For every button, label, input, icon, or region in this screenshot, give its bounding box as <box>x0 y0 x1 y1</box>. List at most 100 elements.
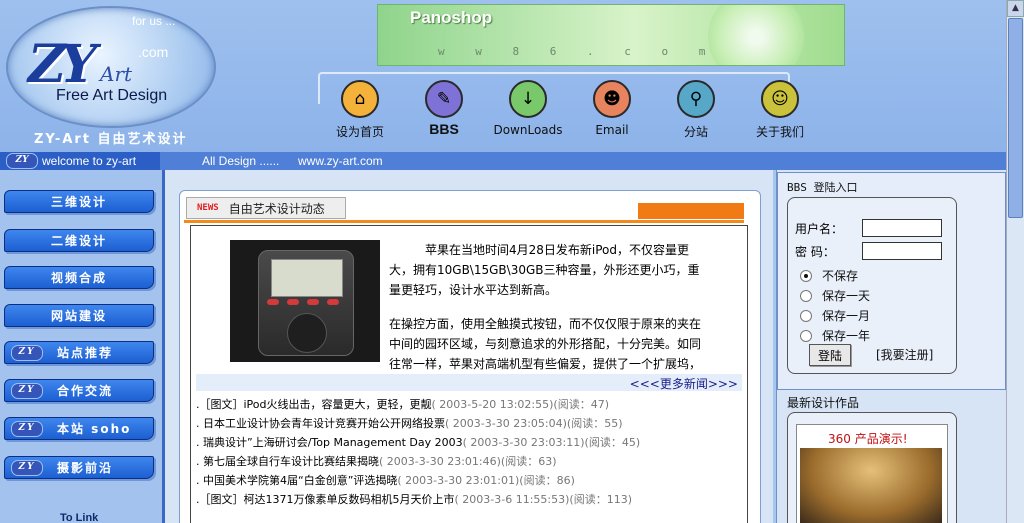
pencil-icon: ✎ <box>425 80 463 118</box>
remember-option-day[interactable]: 保存一天 <box>800 287 870 304</box>
page: for us ... ZY .com Art Free Art Design Z… <box>0 0 1006 523</box>
remember-option-label: 保存一月 <box>822 309 871 323</box>
sidebar-item-label: 摄影前沿 <box>57 461 114 475</box>
login-button[interactable]: 登陆 <box>809 344 851 366</box>
password-input[interactable] <box>862 242 942 260</box>
sidebar-item-label: 本站 soho <box>57 422 132 436</box>
nav-about[interactable]: ☺ 关于我们 <box>738 80 822 140</box>
banner-title: Panoshop <box>410 8 493 27</box>
news-item-meta: ( 2003-3-30 23:03:11)(阅读：45) <box>462 436 641 449</box>
news-item-title[interactable]: . 第七届全球自行车设计比赛结果揭晓 <box>196 455 379 468</box>
orange-tab <box>638 203 744 219</box>
product-demo-image[interactable] <box>800 448 942 523</box>
username-input[interactable] <box>862 219 942 237</box>
sidebar-item-label: 三维设计 <box>50 195 107 209</box>
logo-zy-text: ZY <box>28 34 97 95</box>
news-item-title[interactable]: .［图文］iPod火线出击，容量更大，更轻，更靓 <box>196 398 432 411</box>
sidebar-item-2d-design[interactable]: 二维设计 <box>4 229 154 252</box>
logo-com-text: .com <box>138 44 169 60</box>
news-title: 自由艺术设计动态 <box>228 201 325 216</box>
password-label: 密 码： <box>795 245 835 259</box>
promo-text[interactable]: 360 产品演示! <box>828 430 908 447</box>
sidebar-item-label: 网站建设 <box>50 309 107 323</box>
nav-label: BBS <box>429 121 459 137</box>
nav-label: Email <box>595 123 629 137</box>
bbs-login-title: BBS 登陆入口 <box>787 181 858 194</box>
ipod-button <box>327 299 339 305</box>
ipod-button <box>267 299 279 305</box>
logo-free-art-design: Free Art Design <box>56 87 168 104</box>
more-news-link[interactable]: <<<更多新闻>>> <box>630 375 738 392</box>
news-item-meta: ( 2003-3-6 11:55:53)(阅读：113) <box>454 493 633 506</box>
list-item[interactable]: . 日本工业设计协会青年设计竞赛开始公开网络投票( 2003-3-30 23:0… <box>196 415 742 434</box>
ipod-body <box>258 250 354 356</box>
ipod-screen <box>271 259 343 297</box>
news-item-title[interactable]: . 瑞典设计”上海研讨会/Top Management Day 2003 <box>196 436 463 449</box>
scrollbar-thumb[interactable] <box>1008 18 1023 218</box>
sidebar-item-cooperation[interactable]: ZY 合作交流 <box>4 379 154 402</box>
nav-set-homepage[interactable]: ⌂ 设为首页 <box>318 80 402 140</box>
zy-mini-logo-icon: ZY <box>11 344 43 361</box>
sidebar-item-label: 视频合成 <box>50 271 107 285</box>
ipod-button <box>287 299 299 305</box>
zy-mini-logo-icon: ZY <box>11 420 43 437</box>
sidebar-item-web[interactable]: 网站建设 <box>4 304 154 327</box>
scroll-up-arrow-icon[interactable]: ▲ <box>1007 0 1024 17</box>
list-item[interactable]: .［图文］柯达1371万像素单反数码相机5月天价上市( 2003-3-6 11:… <box>196 491 742 510</box>
sidebar-item-soho[interactable]: ZY 本站 soho <box>4 417 154 440</box>
nav-email[interactable]: ☻ Email <box>570 80 654 140</box>
ipod-wheel <box>287 313 327 353</box>
to-link-label[interactable]: To Link <box>60 512 98 523</box>
logo-art-text: Art <box>100 62 133 86</box>
register-link[interactable]: [我要注册] <box>876 346 933 363</box>
site-url[interactable]: www.zy-art.com <box>298 154 383 168</box>
banner-url: w w 8 6 . c o m <box>438 45 718 58</box>
article-paragraph: 苹果在当地时间4月28日发布新iPod，不仅容量更大，拥有10GB\15GB\3… <box>389 243 700 297</box>
nav-bbs[interactable]: ✎ BBS <box>402 80 486 140</box>
radio-icon[interactable] <box>800 329 812 342</box>
news-item-meta: ( 2003-5-20 13:02:55)(阅读：47) <box>431 398 610 411</box>
main-nav: ⌂ 设为首页 ✎ BBS ↓ DownLoads ☻ Email ⚲ 分站 ☺ … <box>318 80 822 140</box>
news-item-title[interactable]: . 日本工业设计协会青年设计竞赛开始公开网络投票 <box>196 417 445 430</box>
news-item-meta: ( 2003-3-30 23:05:04)(阅读：55) <box>445 417 623 430</box>
panoshop-banner[interactable]: Panoshop w w 8 6 . c o m <box>377 4 845 66</box>
list-item[interactable]: . 瑞典设计”上海研讨会/Top Management Day 2003( 20… <box>196 434 742 453</box>
news-item-title[interactable]: . 中国美术学院第4届“白金创意”评选揭晓 <box>196 474 397 487</box>
radio-selected-icon[interactable] <box>800 269 812 282</box>
radio-icon[interactable] <box>800 309 812 322</box>
nav-label: 分站 <box>683 125 708 139</box>
remember-option-label: 保存一天 <box>822 289 871 303</box>
remember-option-label: 保存一年 <box>822 329 871 343</box>
list-item[interactable]: . 中国美术学院第4届“白金创意”评选揭晓( 2003-3-30 23:01:0… <box>196 472 742 491</box>
article-paragraph: 在操控方面，使用全触摸式按钮，而不仅仅限于原来的夹在中间的园环区域，与刻意追求的… <box>389 317 702 371</box>
sidebar-item-video[interactable]: 视频合成 <box>4 266 154 289</box>
mask-icon: ☻ <box>593 80 631 118</box>
news-item-meta: ( 2003-3-30 23:01:46)(阅读：63) <box>379 455 557 468</box>
sidebar-item-label: 站点推荐 <box>57 346 114 360</box>
page-scrollbar[interactable]: ▲ <box>1006 0 1024 523</box>
remember-option-year[interactable]: 保存一年 <box>800 327 870 344</box>
ipod-button <box>307 299 319 305</box>
list-item[interactable]: .［图文］iPod火线出击，容量更大，更轻，更靓( 2003-5-20 13:0… <box>196 396 742 415</box>
logo-chinese-title: ZY-Art 自由艺术设计 <box>34 132 188 147</box>
more-news-bar: <<<更多新闻>>> <box>196 374 742 391</box>
username-label: 用户名： <box>795 222 844 236</box>
welcome-text: welcome to zy-art <box>42 154 137 168</box>
sidebar-item-label: 合作交流 <box>57 384 114 398</box>
remember-option-month[interactable]: 保存一月 <box>800 307 870 324</box>
all-design-text: All Design ...... <box>202 154 280 168</box>
news-item-meta: ( 2003-3-30 23:01:01)(阅读：86) <box>397 474 575 487</box>
nav-downloads[interactable]: ↓ DownLoads <box>486 80 570 140</box>
remember-option-none[interactable]: 不保存 <box>800 267 858 284</box>
ipod-image[interactable] <box>230 240 380 362</box>
zy-mini-logo-icon: ZY <box>6 153 38 169</box>
list-item[interactable]: . 第七届全球自行车设计比赛结果揭晓( 2003-3-30 23:01:46)(… <box>196 453 742 472</box>
nav-branch[interactable]: ⚲ 分站 <box>654 80 738 140</box>
radio-icon[interactable] <box>800 289 812 302</box>
sidebar-item-label: 二维设计 <box>50 234 107 248</box>
sidebar-item-recommend[interactable]: ZY 站点推荐 <box>4 341 154 364</box>
news-item-title[interactable]: .［图文］柯达1371万像素单反数码相机5月天价上市 <box>196 493 455 506</box>
sidebar-item-3d-design[interactable]: 三维设计 <box>4 190 154 213</box>
remember-option-label: 不保存 <box>822 269 859 283</box>
sidebar-item-photography[interactable]: ZY 摄影前沿 <box>4 456 154 479</box>
